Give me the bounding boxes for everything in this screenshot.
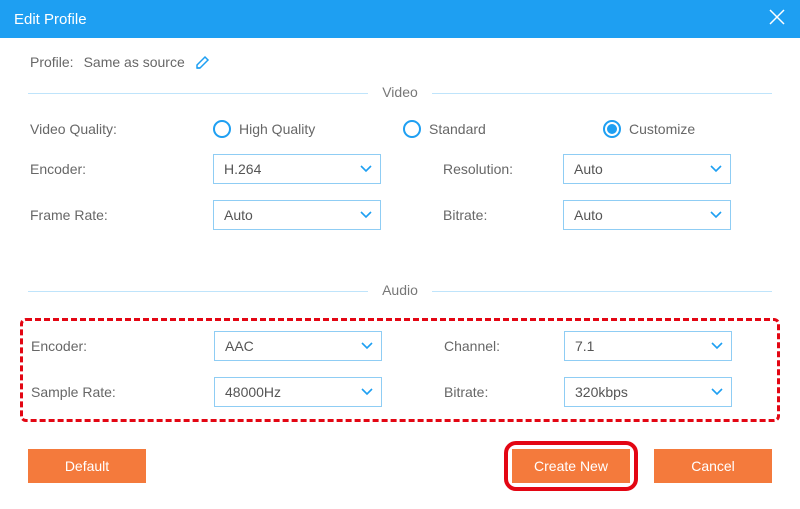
video-section-label: Video: [368, 84, 432, 100]
cancel-button[interactable]: Cancel: [654, 449, 772, 483]
audio-encoder-select[interactable]: AAC: [214, 331, 382, 361]
caret-down-icon: [710, 211, 722, 219]
radio-icon: [213, 120, 231, 138]
default-button[interactable]: Default: [28, 449, 146, 483]
audio-bitrate-label: Bitrate:: [444, 384, 564, 400]
radio-customize-label: Customize: [629, 121, 695, 137]
video-encoder-row: Encoder: H.264 Resolution: Auto: [28, 154, 772, 184]
audio-channel-select[interactable]: 7.1: [564, 331, 732, 361]
audio-samplerate-select[interactable]: 48000Hz: [214, 377, 382, 407]
radio-icon: [603, 120, 621, 138]
edit-icon[interactable]: [195, 54, 211, 70]
dialog-footer: Default Create New Cancel: [28, 441, 772, 491]
audio-channel-value: 7.1: [575, 338, 594, 354]
caret-down-icon: [361, 342, 373, 350]
video-resolution-value: Auto: [574, 161, 603, 177]
audio-encoder-value: AAC: [225, 338, 254, 354]
caret-down-icon: [361, 388, 373, 396]
audio-highlight-box: Encoder: AAC Channel: 7.1 Sample Ra: [20, 318, 780, 422]
audio-samplerate-label: Sample Rate:: [29, 384, 214, 400]
radio-standard[interactable]: Standard: [403, 120, 603, 138]
radio-high-quality-label: High Quality: [239, 121, 315, 137]
caret-down-icon: [711, 388, 723, 396]
video-framerate-row: Frame Rate: Auto Bitrate: Auto: [28, 200, 772, 230]
create-new-highlight: Create New: [504, 441, 638, 491]
video-resolution-label: Resolution:: [443, 161, 563, 177]
profile-label: Profile:: [30, 54, 74, 70]
caret-down-icon: [711, 342, 723, 350]
audio-section-divider: Audio: [28, 282, 772, 300]
video-resolution-select[interactable]: Auto: [563, 154, 731, 184]
video-encoder-label: Encoder:: [28, 161, 213, 177]
audio-bitrate-select[interactable]: 320kbps: [564, 377, 732, 407]
video-framerate-value: Auto: [224, 207, 253, 223]
audio-encoder-label: Encoder:: [29, 338, 214, 354]
profile-value: Same as source: [84, 54, 185, 70]
video-encoder-value: H.264: [224, 161, 261, 177]
video-quality-row: Video Quality: High Quality Standard Cus…: [28, 120, 772, 138]
caret-down-icon: [360, 165, 372, 173]
profile-row: Profile: Same as source: [28, 54, 772, 70]
video-bitrate-value: Auto: [574, 207, 603, 223]
video-quality-label: Video Quality:: [28, 121, 213, 137]
video-bitrate-select[interactable]: Auto: [563, 200, 731, 230]
create-new-button[interactable]: Create New: [512, 449, 630, 483]
titlebar: Edit Profile: [0, 0, 800, 38]
video-bitrate-label: Bitrate:: [443, 207, 563, 223]
audio-channel-label: Channel:: [444, 338, 564, 354]
video-encoder-select[interactable]: H.264: [213, 154, 381, 184]
caret-down-icon: [360, 211, 372, 219]
audio-samplerate-value: 48000Hz: [225, 384, 281, 400]
audio-bitrate-value: 320kbps: [575, 384, 628, 400]
video-framerate-label: Frame Rate:: [28, 207, 213, 223]
window-title: Edit Profile: [14, 11, 87, 28]
radio-icon: [403, 120, 421, 138]
audio-section-label: Audio: [368, 282, 432, 298]
video-section-divider: Video: [28, 84, 772, 102]
audio-samplerate-row: Sample Rate: 48000Hz Bitrate: 320kbps: [29, 377, 771, 407]
video-framerate-select[interactable]: Auto: [213, 200, 381, 230]
caret-down-icon: [710, 165, 722, 173]
radio-high-quality[interactable]: High Quality: [213, 120, 403, 138]
close-icon[interactable]: [768, 8, 786, 30]
radio-customize[interactable]: Customize: [603, 120, 695, 138]
radio-standard-label: Standard: [429, 121, 486, 137]
edit-profile-dialog: Edit Profile Profile: Same as source Vid…: [0, 0, 800, 509]
dialog-content: Profile: Same as source Video Video Qual…: [0, 38, 800, 422]
audio-encoder-row: Encoder: AAC Channel: 7.1: [29, 331, 771, 361]
